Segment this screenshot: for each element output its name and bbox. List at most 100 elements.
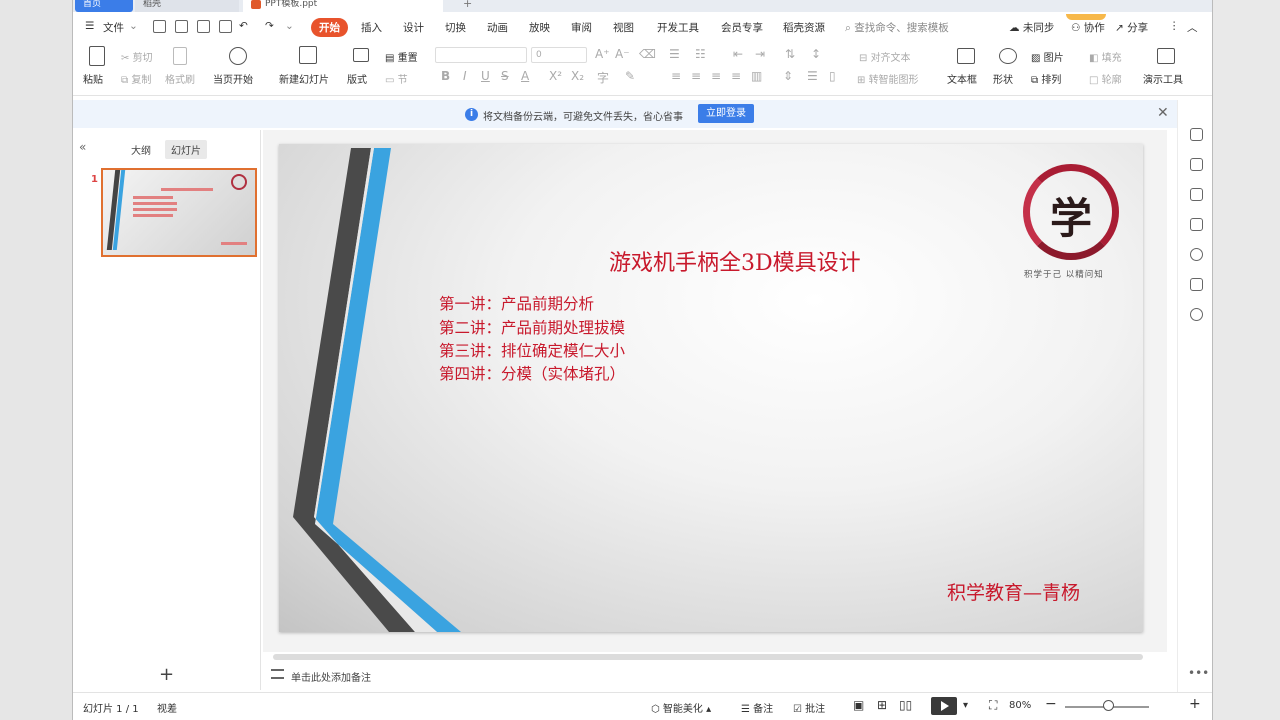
new-tab-button[interactable]: + xyxy=(461,0,475,12)
normal-view-icon[interactable]: ▣ xyxy=(853,698,864,712)
tab-view[interactable]: 视图 xyxy=(613,20,634,35)
font-color-icon[interactable]: A xyxy=(521,69,529,83)
more-menu-icon[interactable]: ⋮ xyxy=(1169,20,1180,32)
numbered-list-icon[interactable]: ☷ xyxy=(695,47,706,61)
textbox-button[interactable]: 文本框 xyxy=(947,71,977,86)
shapes-icon[interactable] xyxy=(999,48,1017,64)
gallery-icon[interactable] xyxy=(1190,278,1203,291)
hamburger-icon[interactable]: ☰ xyxy=(85,20,94,32)
align-center-icon[interactable]: ≡ xyxy=(691,69,701,83)
slide-sorter-icon[interactable]: ⊞ xyxy=(877,698,887,712)
add-slide-button[interactable]: + xyxy=(159,664,174,685)
presenter-tools-button[interactable]: 演示工具 xyxy=(1143,71,1183,86)
tab-outline[interactable]: 大纲 xyxy=(125,140,157,159)
shrink-font-icon[interactable]: A⁻ xyxy=(615,47,630,61)
align-left-icon[interactable]: ≡ xyxy=(671,69,681,83)
zoom-slider-knob[interactable] xyxy=(1103,700,1114,711)
justify-icon[interactable]: ≡ xyxy=(731,69,741,83)
fit-window-icon[interactable]: ⛶ xyxy=(989,698,997,713)
customize-chevron-icon[interactable]: ⌄ xyxy=(285,20,294,32)
theme-name[interactable]: 视差 xyxy=(157,700,177,715)
tab-slideshow[interactable]: 放映 xyxy=(529,20,550,35)
smart-beautify-button[interactable]: ⬡ 智能美化 ▴ xyxy=(651,700,711,715)
italic-icon[interactable]: I xyxy=(463,69,467,83)
align-right-icon[interactable]: ≡ xyxy=(711,69,721,83)
slide-1[interactable]: 学 积学于己 以精问知 游戏机手柄全3D模具设计 第一讲：产品前期分析 第二讲：… xyxy=(279,144,1143,632)
play-from-current-icon[interactable] xyxy=(229,47,247,65)
arrange-button[interactable]: ⧉ 排列 xyxy=(1031,71,1061,86)
collab-button[interactable]: ⚇ 协作 xyxy=(1071,20,1105,35)
comments-button[interactable]: ☑ 批注 xyxy=(793,700,825,715)
format-painter-icon[interactable] xyxy=(173,47,187,65)
highlight-icon[interactable]: ✎ xyxy=(625,69,635,83)
tab-daoke[interactable]: 稻壳 xyxy=(135,0,239,12)
picture-button[interactable]: ▨ 图片 xyxy=(1031,49,1064,64)
star-icon[interactable] xyxy=(1190,188,1203,201)
layout-button[interactable]: 版式 xyxy=(347,71,367,86)
clear-format-icon[interactable]: ⌫ xyxy=(639,47,656,61)
rocket-icon[interactable] xyxy=(1190,128,1203,141)
new-slide-icon[interactable] xyxy=(299,46,317,64)
zoom-level[interactable]: 80% xyxy=(1009,700,1031,711)
font-family-select[interactable] xyxy=(435,47,527,63)
tab-current-file[interactable]: PPT模板.ppt xyxy=(243,0,443,12)
fill-button[interactable]: ◧ 填充 xyxy=(1089,49,1122,64)
file-menu[interactable]: 文件 xyxy=(103,20,124,35)
zoom-out-button[interactable]: − xyxy=(1045,696,1057,712)
line-spacing-icon[interactable]: ↕ xyxy=(811,47,821,61)
shapes-button[interactable]: 形状 xyxy=(993,71,1013,86)
align-text-button[interactable]: ⊟ 对齐文本 xyxy=(859,49,911,64)
bold-icon[interactable]: B xyxy=(441,69,450,83)
tab-design[interactable]: 设计 xyxy=(403,20,424,35)
chevron-down-icon[interactable]: ⌄ xyxy=(129,20,138,32)
grow-font-icon[interactable]: A⁺ xyxy=(595,47,610,61)
smart-graphic-button[interactable]: ⊞ 转智能图形 xyxy=(857,71,919,86)
paragraph-spacing-icon[interactable]: ☰ xyxy=(807,69,818,83)
slideshow-play-button[interactable] xyxy=(931,697,957,715)
share-button[interactable]: ↗ 分享 xyxy=(1115,20,1148,35)
bullet-list-icon[interactable]: ☰ xyxy=(669,47,680,61)
layout-icon[interactable] xyxy=(353,48,369,62)
undo-icon[interactable]: ↶ xyxy=(239,20,248,32)
play-options-chevron-icon[interactable]: ▾ xyxy=(963,700,968,711)
reset-button[interactable]: ▤ 重置 xyxy=(385,49,418,64)
sliders-icon[interactable] xyxy=(1190,158,1203,171)
text-direction-icon[interactable]: ⇅ xyxy=(785,47,795,61)
horizontal-scrollbar[interactable] xyxy=(263,652,1167,660)
notes-toggle-button[interactable]: ☰ 备注 xyxy=(741,700,773,715)
columns-icon[interactable]: ▯ xyxy=(829,69,836,83)
font-size-select[interactable]: 0 xyxy=(531,47,587,63)
presenter-tools-icon[interactable] xyxy=(1157,48,1175,64)
from-current-button[interactable]: 当页开始 xyxy=(213,71,253,86)
increase-indent-icon[interactable]: ⇥ xyxy=(755,47,765,61)
command-search[interactable]: ⌕ 查找命令、搜索模板 xyxy=(845,20,949,35)
tab-slides[interactable]: 幻灯片 xyxy=(165,140,207,159)
tab-home-ribbon[interactable]: 开始 xyxy=(311,18,348,37)
format-painter-button[interactable]: 格式刷 xyxy=(165,71,195,86)
textbox-icon[interactable] xyxy=(957,48,975,64)
new-slide-button[interactable]: 新建幻灯片 xyxy=(279,71,329,86)
print-icon[interactable] xyxy=(197,20,210,33)
tab-transitions[interactable]: 切换 xyxy=(445,20,466,35)
redo-icon[interactable]: ↷ xyxy=(265,20,274,32)
tab-insert[interactable]: 插入 xyxy=(361,20,382,35)
column-spacing-icon[interactable]: ⇕ xyxy=(783,69,793,83)
help-icon[interactable] xyxy=(1190,248,1203,261)
outline-button[interactable]: □ 轮廓 xyxy=(1089,71,1122,86)
tab-animations[interactable]: 动画 xyxy=(487,20,508,35)
collapse-panel-icon[interactable]: « xyxy=(79,140,86,154)
tab-home[interactable]: 首页 xyxy=(75,0,133,12)
print-preview-icon[interactable] xyxy=(219,20,232,33)
tab-daoke-resources[interactable]: 稻壳资源 xyxy=(783,20,825,35)
login-now-button[interactable]: 立即登录 xyxy=(698,104,754,123)
sync-status[interactable]: ☁ 未同步 xyxy=(1009,20,1054,35)
reading-view-icon[interactable]: ▯▯ xyxy=(899,698,912,712)
copy-button[interactable]: ⧉ 复制 xyxy=(121,71,151,86)
copy-icon[interactable] xyxy=(1190,218,1203,231)
save-icon[interactable] xyxy=(153,20,166,33)
section-button[interactable]: ▭ 节 xyxy=(385,71,408,86)
strikethrough-icon[interactable]: S xyxy=(501,69,509,83)
decrease-indent-icon[interactable]: ⇤ xyxy=(733,47,743,61)
char-spacing-icon[interactable]: 字 xyxy=(597,69,609,86)
tab-review[interactable]: 审阅 xyxy=(571,20,592,35)
